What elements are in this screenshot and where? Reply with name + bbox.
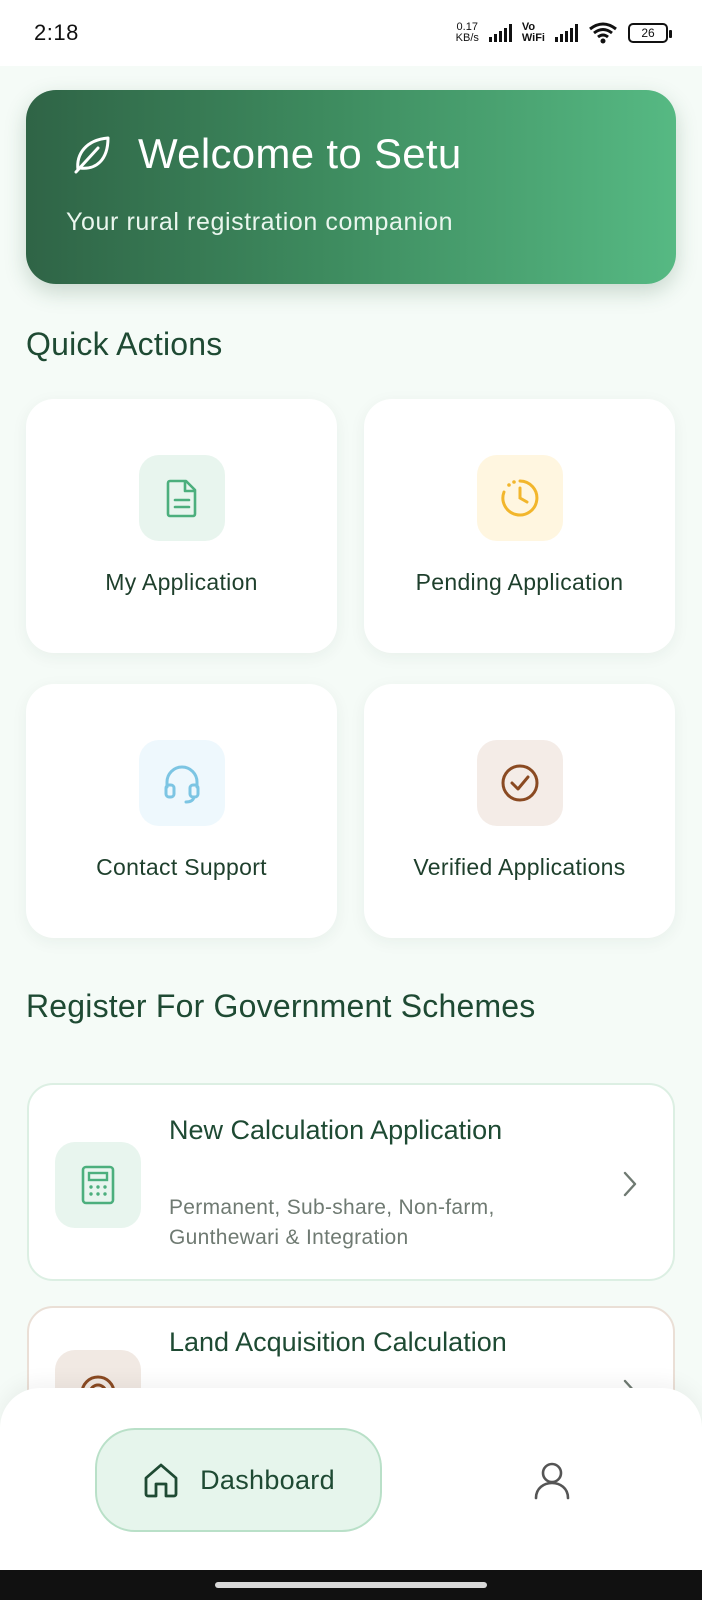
quick-action-label: Contact Support xyxy=(96,854,267,880)
scheme-description: Permanent, Sub-share, Non-farm, Gunthewa… xyxy=(169,1196,495,1249)
vowifi-indicator: Vo WiFi xyxy=(522,22,545,44)
nav-dashboard-button[interactable]: Dashboard xyxy=(95,1428,382,1532)
user-icon xyxy=(534,1462,570,1500)
calculator-icon xyxy=(55,1142,141,1228)
signal-icon xyxy=(488,24,512,42)
quick-action-label: Pending Application xyxy=(415,569,624,595)
scheme-card-new-calculation[interactable]: New Calculation Application Permanent, S… xyxy=(27,1083,675,1281)
quick-action-label: My Application xyxy=(105,569,258,595)
quick-action-my-application[interactable]: My Application xyxy=(26,399,337,653)
check-circle-icon xyxy=(476,740,563,826)
chevron-right-icon xyxy=(623,1171,637,1197)
battery-icon: 26 xyxy=(628,23,672,43)
home-icon xyxy=(144,1463,178,1498)
quick-action-pending-application[interactable]: Pending Application xyxy=(364,399,675,653)
quick-action-verified-applications[interactable]: Verified Applications xyxy=(364,684,675,938)
bottom-navigation: Dashboard xyxy=(0,1388,702,1570)
clock-icon xyxy=(476,455,563,541)
network-speed: 0.17 KB/s xyxy=(456,22,479,44)
quick-action-contact-support[interactable]: Contact Support xyxy=(26,684,337,938)
banner-title: Welcome to Setu xyxy=(138,130,462,177)
nav-profile-button[interactable] xyxy=(530,1458,574,1502)
home-gesture-pill[interactable] xyxy=(215,1582,487,1588)
quick-action-label: Verified Applications xyxy=(413,854,626,880)
headset-icon xyxy=(138,740,225,826)
banner-title-row: Welcome to Setu xyxy=(70,130,636,178)
scheme-title: New Calculation Application xyxy=(169,1115,503,1145)
status-bar: 2:18 0.17 KB/s Vo WiFi 26 xyxy=(0,0,702,66)
status-time: 2:18 xyxy=(34,20,79,45)
scheme-title: Land Acquisition Calculation xyxy=(169,1327,507,1357)
welcome-banner: Welcome to Setu Your rural registration … xyxy=(26,90,676,284)
quick-actions-title: Quick Actions xyxy=(26,326,223,362)
system-navigation-bar xyxy=(0,1570,702,1600)
nav-dashboard-label: Dashboard xyxy=(200,1464,335,1495)
battery-level: 26 xyxy=(641,26,655,40)
leaf-icon xyxy=(74,136,110,174)
status-icons: 0.17 KB/s Vo WiFi 26 xyxy=(456,21,672,45)
network-speed-unit: KB/s xyxy=(455,32,479,44)
document-icon xyxy=(138,455,225,541)
signal-icon-2 xyxy=(555,24,578,42)
wifi-icon xyxy=(589,22,617,44)
vowifi-bottom: WiFi xyxy=(521,32,545,44)
schemes-title: Register For Government Schemes xyxy=(26,988,536,1024)
banner-subtitle: Your rural registration companion xyxy=(66,208,454,236)
